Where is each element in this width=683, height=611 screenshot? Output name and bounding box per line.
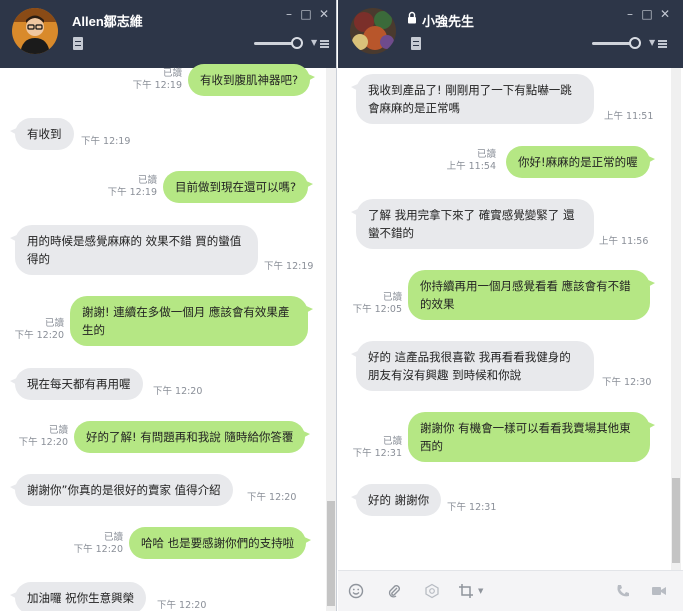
message-bubble-incoming[interactable]: 現在每天都有再用喔 (10, 368, 143, 400)
read-receipt: 已讀 (48, 425, 68, 436)
timestamp: 下午 12:20 (153, 386, 203, 397)
chat-window-right: 小強先生 – □ ✕ ▼ 我收到產品了! 剛剛用了一下有點嚇一跳 會麻麻的是正常… (338, 0, 683, 611)
timestamp: 下午 12:19 (132, 80, 182, 91)
message-meta: 已讀 下午 12:20 (10, 425, 68, 449)
message-meta: 已讀 下午 12:19 (99, 175, 157, 199)
timestamp: 下午 12:19 (264, 261, 314, 272)
chat-header: Allen鄒志維 – □ ✕ ▼ (0, 0, 336, 68)
timestamp: 上午 11:54 (446, 161, 496, 172)
contact-name: 小強先生 (422, 14, 475, 29)
timestamp: 下午 12:20 (157, 600, 207, 611)
menu-icon[interactable] (658, 40, 667, 48)
phone-icon[interactable] (615, 583, 631, 599)
message-bubble-outgoing[interactable]: 你好!麻麻的是正常的喔 (506, 146, 655, 178)
timestamp: 下午 12:19 (81, 136, 131, 147)
caret-down-icon[interactable]: ▼ (311, 38, 317, 47)
emoji-icon[interactable] (348, 583, 364, 599)
message-bubble-outgoing[interactable]: 目前做到現在還可以嗎? (163, 171, 314, 203)
timestamp: 上午 11:51 (604, 111, 654, 122)
timestamp: 下午 12:20 (14, 330, 64, 341)
note-icon[interactable] (411, 37, 421, 50)
scroll-thumb[interactable] (672, 478, 680, 563)
timestamp: 下午 12:20 (18, 437, 68, 448)
message-bubble-incoming[interactable]: 好的 這產品我很喜歡 我再看看我健身的朋友有沒有興趣 到時候和你說 (351, 341, 594, 391)
avatar[interactable] (350, 8, 396, 54)
timestamp: 下午 12:31 (447, 502, 497, 513)
message-bubble-outgoing[interactable]: 謝謝! 連續在多做一個月 應該會有效果產生的 (70, 296, 313, 346)
message-bubble-incoming[interactable]: 加油囉 祝你生意興榮 (9, 582, 147, 611)
message-bubble-incoming[interactable]: 了解 我用完拿下來了 確實感覺變緊了 還蠻不錯的 (351, 199, 594, 249)
read-receipt: 已讀 (44, 318, 64, 329)
message-meta: 已讀 上午 11:54 (438, 149, 496, 173)
lock-icon (408, 11, 416, 24)
scrollbar[interactable] (326, 68, 336, 611)
video-icon[interactable] (651, 583, 667, 599)
message-meta: 已讀 下午 12:19 (124, 68, 182, 92)
message-bubble-outgoing[interactable]: 好的了解! 有問題再和我說 隨時給你答覆 (74, 421, 311, 453)
timestamp: 下午 12:20 (73, 544, 123, 555)
message-meta: 已讀 下午 12:31 (344, 436, 402, 460)
avatar-photo (12, 8, 58, 54)
message-bubble-incoming[interactable]: 我收到產品了! 剛剛用了一下有點嚇一跳 會麻麻的是正常嗎 (351, 74, 594, 124)
timestamp: 下午 12:19 (107, 187, 157, 198)
timestamp: 下午 12:05 (352, 304, 402, 315)
scroll-thumb[interactable] (327, 501, 335, 606)
read-receipt: 已讀 (476, 149, 496, 160)
timestamp: 上午 11:56 (599, 236, 649, 247)
message-bubble-incoming[interactable]: 用的時候是感覺麻麻的 效果不錯 買的蠻值得的 (10, 225, 258, 275)
volume-slider-knob[interactable] (629, 37, 641, 49)
crop-icon[interactable] (458, 583, 474, 599)
note-icon[interactable] (73, 37, 83, 50)
coin-icon[interactable] (424, 583, 440, 599)
chat-window-left: Allen鄒志維 – □ ✕ ▼ 有收到腹肌神器吧? 已讀 下午 12:19 有收… (0, 0, 337, 611)
timestamp: 下午 12:31 (352, 448, 402, 459)
message-meta: 已讀 下午 12:20 (65, 532, 123, 556)
scrollbar[interactable] (671, 68, 681, 570)
contact-name: Allen鄒志維 (72, 14, 143, 29)
message-bubble-incoming[interactable]: 好的 謝謝你 (350, 484, 442, 516)
read-receipt: 已讀 (137, 175, 157, 186)
minimize-button[interactable]: – (282, 7, 296, 21)
timestamp: 下午 12:20 (247, 492, 297, 503)
maximize-button[interactable]: □ (640, 7, 654, 21)
avatar[interactable] (12, 8, 58, 54)
close-button[interactable]: ✕ (317, 7, 331, 21)
maximize-button[interactable]: □ (299, 7, 313, 21)
caret-down-icon[interactable]: ▼ (649, 38, 655, 47)
message-meta: 已讀 下午 12:20 (6, 318, 64, 342)
minimize-button[interactable]: – (623, 7, 637, 21)
chat-toolbar: ▼ (338, 570, 683, 611)
close-button[interactable]: ✕ (658, 7, 672, 21)
volume-slider-knob[interactable] (291, 37, 303, 49)
read-receipt: 已讀 (382, 292, 402, 303)
read-receipt: 已讀 (162, 68, 182, 79)
menu-icon[interactable] (320, 40, 329, 48)
message-bubble-incoming[interactable]: 有收到 (10, 118, 74, 150)
message-bubble-outgoing[interactable]: 哈哈 也是要感謝你們的支持啦 (129, 527, 312, 559)
timestamp: 下午 12:30 (602, 377, 652, 388)
read-receipt: 已讀 (382, 436, 402, 447)
message-bubble-outgoing[interactable]: 謝謝你 有機會一樣可以看看我賣場其他東西的 (408, 412, 655, 462)
message-bubble-outgoing[interactable]: 你持續再用一個月感覺看看 應該會有不錯的效果 (408, 270, 655, 320)
attach-icon[interactable] (386, 583, 402, 599)
message-bubble-outgoing[interactable]: 有收到腹肌神器吧? (188, 64, 316, 96)
chat-header: 小強先生 – □ ✕ ▼ (338, 0, 683, 68)
avatar-photo (350, 8, 396, 54)
caret-down-icon[interactable]: ▼ (478, 587, 483, 595)
message-bubble-incoming[interactable]: 謝謝你”你真的是很好的賣家 值得介紹 (10, 474, 233, 506)
read-receipt: 已讀 (103, 532, 123, 543)
message-meta: 已讀 下午 12:05 (344, 292, 402, 316)
